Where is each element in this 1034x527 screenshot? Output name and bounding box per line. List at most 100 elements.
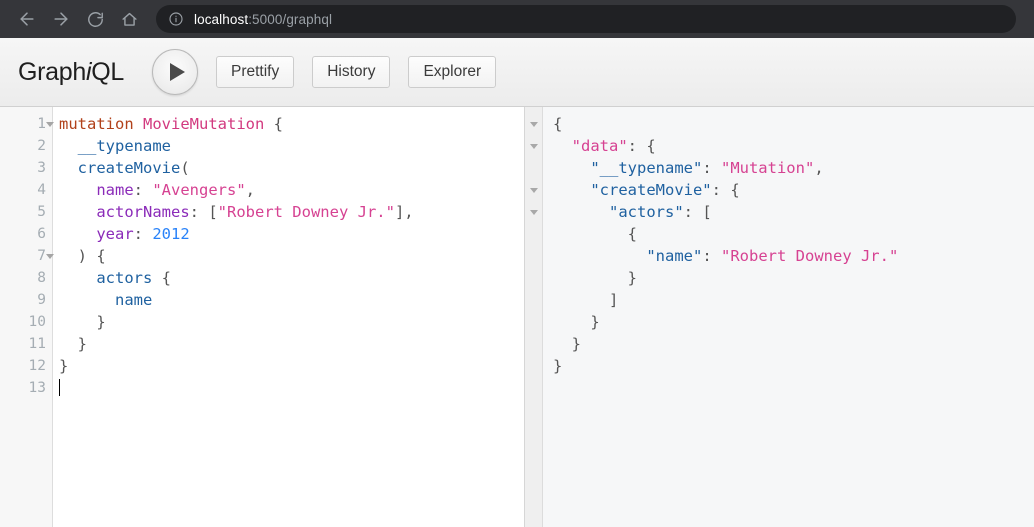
token-key: "name" bbox=[646, 247, 703, 265]
address-bar[interactable]: localhost:5000/graphql bbox=[156, 5, 1016, 33]
text-cursor bbox=[59, 379, 60, 396]
token-punc: ], bbox=[394, 203, 414, 221]
token-field: createMovie bbox=[77, 159, 181, 177]
token-punc: : [ bbox=[683, 203, 712, 221]
result-gutter-row bbox=[525, 311, 542, 333]
code-line: "actors": [ bbox=[553, 201, 1034, 223]
code-line: ) { bbox=[59, 245, 524, 267]
token-punc: : bbox=[702, 159, 721, 177]
token-punc bbox=[553, 247, 646, 265]
result-gutter-row bbox=[525, 245, 542, 267]
query-editor-pane[interactable]: 1 2 3 4 5 6 7 8 9 10 11 12 13 mutation MovieMutation… bbox=[0, 107, 525, 527]
token-punc: } bbox=[553, 357, 563, 375]
token-punc: : { bbox=[711, 181, 740, 199]
home-button[interactable] bbox=[112, 2, 146, 36]
token-number: 2012 bbox=[152, 225, 190, 243]
token-string: "Mutation" bbox=[720, 159, 815, 177]
code-line: name: "Avengers", bbox=[59, 179, 524, 201]
line-number: 4 bbox=[37, 182, 46, 198]
code-line: year: 2012 bbox=[59, 223, 524, 245]
code-line: mutation MovieMutation { bbox=[59, 113, 524, 135]
history-button[interactable]: History bbox=[312, 56, 391, 88]
code-line: } bbox=[553, 267, 1034, 289]
line-number: 13 bbox=[28, 380, 46, 396]
token-field: actors bbox=[96, 269, 153, 287]
code-line: actorNames: ["Robert Downey Jr."], bbox=[59, 201, 524, 223]
token-punc: : [ bbox=[189, 203, 218, 221]
result-gutter-row bbox=[525, 201, 542, 223]
editor-panes: 1 2 3 4 5 6 7 8 9 10 11 12 13 mutation MovieMutation… bbox=[0, 107, 1034, 527]
graphiql-toolbar: GraphiQL Prettify History Explorer bbox=[0, 38, 1034, 107]
prettify-button[interactable]: Prettify bbox=[216, 56, 295, 88]
token-punc: : bbox=[702, 247, 721, 265]
home-icon bbox=[120, 10, 139, 29]
code-line: } bbox=[553, 333, 1034, 355]
code-line: actors { bbox=[59, 267, 524, 289]
token-punc bbox=[553, 203, 609, 221]
token-punc: ] bbox=[553, 291, 619, 309]
result-viewer-code: { "data": { "__typename": "Mutation", "c… bbox=[543, 107, 1034, 527]
fold-caret-icon[interactable] bbox=[529, 209, 538, 215]
code-line: "name": "Robert Downey Jr." bbox=[553, 245, 1034, 267]
token-attr: year bbox=[96, 225, 134, 243]
arrow-right-icon bbox=[51, 9, 71, 29]
result-gutter-row bbox=[525, 157, 542, 179]
line-number: 2 bbox=[37, 138, 46, 154]
line-number: 8 bbox=[37, 270, 46, 286]
result-fold-gutter[interactable] bbox=[525, 107, 543, 527]
back-button[interactable] bbox=[10, 2, 44, 36]
result-gutter-row bbox=[525, 267, 542, 289]
token-attr: actorNames bbox=[96, 203, 190, 221]
result-gutter-row bbox=[525, 223, 542, 245]
code-line: } bbox=[59, 311, 524, 333]
token-key: "__typename" bbox=[590, 159, 703, 177]
token-punc bbox=[59, 225, 96, 243]
result-gutter-row bbox=[525, 355, 542, 377]
code-line: __typename bbox=[59, 135, 524, 157]
code-line: ] bbox=[553, 289, 1034, 311]
result-gutter-row bbox=[525, 289, 542, 311]
token-punc: } bbox=[59, 357, 69, 375]
token-key: "actors" bbox=[609, 203, 684, 221]
code-line: } bbox=[553, 355, 1034, 377]
code-line: { bbox=[553, 113, 1034, 135]
forward-button[interactable] bbox=[44, 2, 78, 36]
url-host: localhost bbox=[194, 11, 249, 27]
line-number: 3 bbox=[37, 160, 46, 176]
query-line-number-gutter[interactable]: 1 2 3 4 5 6 7 8 9 10 11 12 13 bbox=[0, 107, 54, 527]
token-punc bbox=[59, 137, 78, 155]
token-punc: ( bbox=[180, 159, 190, 177]
token-punc: , bbox=[814, 159, 824, 177]
result-gutter-row bbox=[525, 113, 542, 135]
history-button-label: History bbox=[327, 63, 376, 80]
query-editor-code[interactable]: mutation MovieMutation { __typename crea… bbox=[53, 107, 524, 527]
code-line: "data": { bbox=[553, 135, 1034, 157]
address-bar-url: localhost:5000/graphql bbox=[194, 12, 332, 27]
token-attr: name bbox=[96, 181, 134, 199]
fold-caret-icon[interactable] bbox=[529, 187, 538, 193]
token-punc bbox=[59, 291, 115, 309]
code-line: createMovie( bbox=[59, 157, 524, 179]
result-viewer-pane[interactable]: { "data": { "__typename": "Mutation", "c… bbox=[525, 107, 1034, 527]
token-punc: { bbox=[553, 225, 637, 243]
token-field: name bbox=[115, 291, 153, 309]
code-line: } bbox=[553, 311, 1034, 333]
code-line bbox=[59, 377, 524, 399]
token-punc bbox=[59, 203, 96, 221]
fold-caret-icon[interactable] bbox=[529, 121, 538, 127]
token-string: "Avengers" bbox=[152, 181, 246, 199]
line-number: 6 bbox=[37, 226, 46, 242]
reload-icon bbox=[86, 10, 105, 29]
line-number: 7 bbox=[0, 245, 54, 267]
token-key: "createMovie" bbox=[590, 181, 712, 199]
token-punc bbox=[59, 181, 96, 199]
token-punc bbox=[59, 269, 96, 287]
info-circle-icon[interactable] bbox=[168, 11, 184, 27]
execute-query-button[interactable] bbox=[152, 49, 198, 95]
token-string: "Robert Downey Jr." bbox=[217, 203, 395, 221]
token-punc: } bbox=[59, 335, 87, 353]
fold-caret-icon[interactable] bbox=[529, 143, 538, 149]
reload-button[interactable] bbox=[78, 2, 112, 36]
explorer-button[interactable]: Explorer bbox=[408, 56, 497, 88]
code-line: } bbox=[59, 333, 524, 355]
